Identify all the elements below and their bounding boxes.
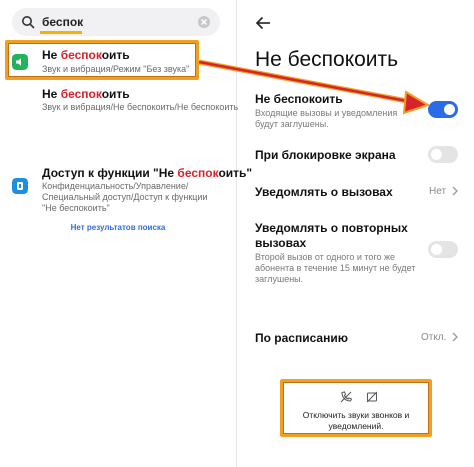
annotation-highlight-box xyxy=(5,40,199,80)
search-input[interactable]: беспок xyxy=(12,8,220,36)
schedule-title[interactable]: По расписанию xyxy=(255,331,348,345)
notification-muted-icon xyxy=(366,391,378,403)
privacy-icon xyxy=(12,178,28,194)
notify-calls-value: Нет xyxy=(429,186,447,197)
schedule-value: Откл. xyxy=(421,332,447,343)
dnd-toggle[interactable] xyxy=(428,101,458,118)
dnd-subtitle: Входящие вызовы и уведомления будут загл… xyxy=(255,108,398,129)
result-title: Не беспокоить xyxy=(42,87,130,101)
chevron-right-icon xyxy=(452,186,458,196)
chevron-right-icon xyxy=(452,332,458,342)
mute-callout: Отключить звуки звонков и уведомлений. xyxy=(280,379,432,437)
result-subtitle: Звук и вибрация/Не беспокоить/Не беспоко… xyxy=(42,102,239,112)
result-subtitle-line-3: "Не беспокоить" xyxy=(42,203,110,213)
page-title: Не беспокоить xyxy=(255,48,399,71)
search-query: беспок xyxy=(42,15,84,29)
repeat-calls-title-line-2: вызовах xyxy=(255,236,307,250)
clear-icon[interactable] xyxy=(197,15,211,29)
dnd-title: Не беспокоить xyxy=(255,92,343,106)
lock-screen-toggle[interactable] xyxy=(428,146,458,163)
search-panel: беспок Не беспокоить Звук и вибрация/Реж… xyxy=(0,0,252,467)
notify-calls-title[interactable]: Уведомлять о вызовах xyxy=(255,185,393,199)
repeat-calls-title-line-1: Уведомлять о повторных xyxy=(255,221,408,235)
search-icon xyxy=(22,16,35,29)
search-result-3[interactable]: Доступ к функции "Не беспокоить" Конфиде… xyxy=(0,162,252,214)
call-muted-icon xyxy=(340,391,353,403)
repeat-calls-subtitle: Второй вызов от одного и того же абонент… xyxy=(255,252,416,284)
settings-panel: Не беспокоить Не беспокоить Входящие выз… xyxy=(237,0,474,467)
lock-screen-title: При блокировке экрана xyxy=(255,148,396,162)
repeat-calls-toggle[interactable] xyxy=(428,241,458,258)
search-query-underline xyxy=(40,31,82,34)
no-results-link[interactable]: Нет результатов поиска xyxy=(0,223,236,232)
result-title: Доступ к функции "Не беспокоить" xyxy=(42,166,253,180)
search-result-2[interactable]: Не беспокоить Звук и вибрация/Не беспоко… xyxy=(0,84,239,120)
back-arrow-icon[interactable] xyxy=(255,16,271,30)
callout-text: Отключить звуки звонков и уведомлений. xyxy=(302,410,410,431)
